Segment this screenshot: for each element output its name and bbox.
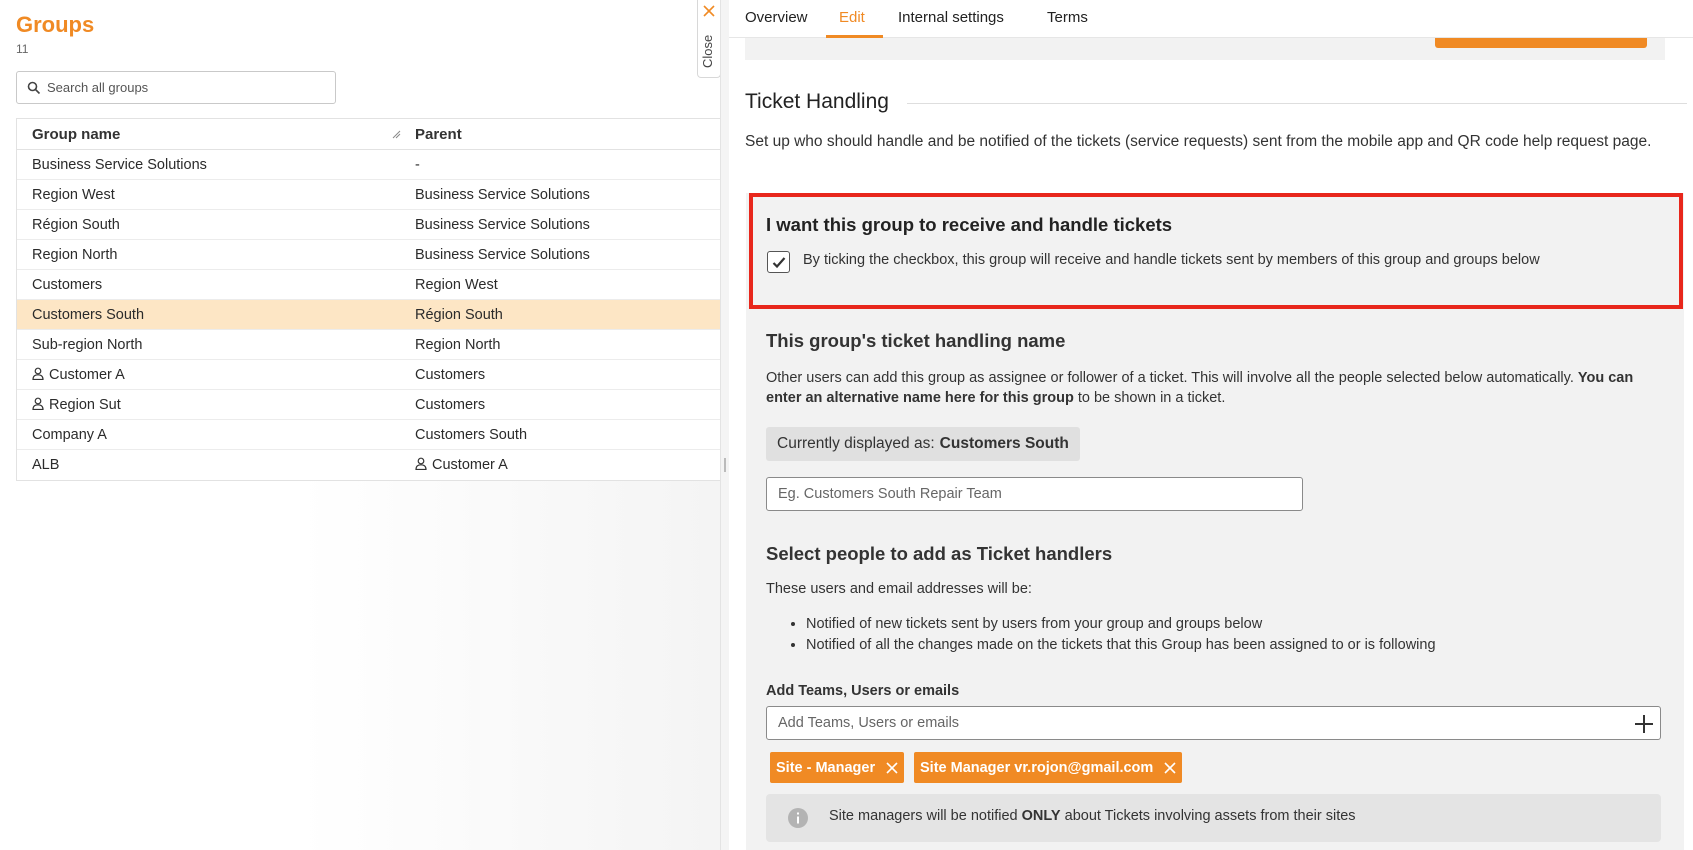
- notification-list: Notified of new tickets sent by users fr…: [806, 614, 1436, 656]
- ticket-handlers-title: Select people to add as Ticket handlers: [766, 543, 1113, 564]
- tab-internal-settings[interactable]: Internal settings: [898, 9, 1004, 26]
- group-name-cell: Business Service Solutions: [32, 156, 207, 173]
- column-header-group-name[interactable]: Group name: [32, 126, 120, 143]
- parent-cell: Region North: [415, 336, 501, 353]
- tab-bar: Overview Edit Internal settings Terms: [729, 0, 1693, 38]
- receive-tickets-checkbox[interactable]: [767, 251, 790, 273]
- table-row[interactable]: Company A Customers South: [17, 420, 720, 450]
- previous-section-footer: [745, 38, 1665, 60]
- groups-count: 11: [16, 42, 29, 56]
- add-handlers-label: Add Teams, Users or emails: [766, 683, 960, 699]
- table-row[interactable]: Sub-region North Region North: [17, 330, 720, 360]
- group-name-cell: Customer A: [32, 367, 125, 383]
- info-icon: [788, 808, 808, 828]
- parent-cell: Business Service Solutions: [415, 216, 590, 233]
- parent-cell: Customers: [415, 366, 486, 383]
- receive-tickets-label[interactable]: By ticking the checkbox, this group will…: [803, 252, 1540, 268]
- groups-table: Group name Parent Business Service Solut…: [16, 118, 720, 481]
- active-tab-indicator: [826, 35, 883, 38]
- parent-cell: Business Service Solutions: [415, 186, 590, 203]
- drag-handle-icon[interactable]: [724, 458, 726, 472]
- list-item: Notified of all the changes made on the …: [806, 635, 1436, 656]
- search-input[interactable]: [47, 80, 317, 95]
- group-name-cell: Customers South: [32, 306, 145, 323]
- person-icon: [415, 457, 427, 471]
- group-name-cell: Company A: [32, 426, 107, 443]
- list-item: Notified of new tickets sent by users fr…: [806, 614, 1436, 635]
- add-icon[interactable]: [1632, 712, 1656, 736]
- column-resize-icon[interactable]: [391, 127, 401, 139]
- parent-cell: Région South: [415, 306, 503, 323]
- table-row[interactable]: Customers Region West: [17, 270, 720, 300]
- handling-name-description: Other users can add this group as assign…: [766, 370, 1634, 406]
- table-row[interactable]: Business Service Solutions -: [17, 150, 720, 180]
- table-header: Group name Parent: [17, 119, 720, 150]
- section-description: Set up who should handle and be notified…: [745, 133, 1652, 150]
- page-title: Groups: [16, 12, 95, 37]
- parent-cell: Business Service Solutions: [415, 246, 590, 263]
- add-handlers-field[interactable]: [766, 706, 1661, 740]
- group-name-cell: Sub-region North: [32, 336, 143, 353]
- handling-name-title: This group's ticket handling name: [766, 330, 1066, 351]
- close-icon: [703, 5, 715, 17]
- table-row[interactable]: Region West Business Service Solutions: [17, 180, 720, 210]
- tab-overview[interactable]: Overview: [745, 9, 808, 26]
- group-name-cell: Région South: [32, 216, 120, 233]
- table-row[interactable]: Région South Business Service Solutions: [17, 210, 720, 240]
- table-row[interactable]: Region Sut Customers: [17, 390, 720, 420]
- group-name-cell: ALB: [32, 457, 60, 473]
- person-icon: [32, 367, 44, 380]
- table-row[interactable]: ALB Customer A: [17, 450, 720, 480]
- table-body: Business Service Solutions - Region West Bu…: [17, 150, 720, 480]
- close-button[interactable]: Close: [697, 0, 721, 78]
- groups-panel: Groups 11 Group name Parent Business Ser…: [0, 0, 720, 850]
- info-text: Site managers will be notified ONLY abou…: [829, 808, 1356, 824]
- table-row[interactable]: Customer A Customers: [17, 360, 720, 390]
- alternative-name-input[interactable]: [766, 477, 1303, 511]
- person-icon: [32, 397, 44, 410]
- parent-cell: Region West: [415, 276, 498, 293]
- parent-cell: Customer A: [415, 457, 508, 473]
- remove-chip-icon[interactable]: [1164, 761, 1176, 774]
- search-icon: [27, 81, 41, 94]
- remove-chip-icon[interactable]: [886, 761, 898, 774]
- close-label: Close: [700, 34, 715, 68]
- highlight-box: [749, 193, 1683, 309]
- checkmark-icon: [772, 257, 786, 269]
- handler-chip: Site Manager vr.rojon@gmail.com: [914, 752, 1183, 783]
- tab-terms[interactable]: Terms: [1047, 9, 1088, 26]
- section-divider: [907, 103, 1687, 104]
- info-notice: Site managers will be notified ONLY abou…: [766, 794, 1661, 842]
- receive-tickets-title: I want this group to receive and handle …: [766, 214, 1173, 235]
- parent-cell: -: [415, 156, 420, 173]
- group-name-cell: Region Sut: [32, 397, 121, 413]
- table-row[interactable]: Region North Business Service Solutions: [17, 240, 720, 270]
- column-header-parent[interactable]: Parent: [415, 126, 462, 143]
- parent-cell: Customers: [415, 396, 486, 413]
- parent-cell: Customers South: [415, 426, 528, 443]
- group-name-cell: Region North: [32, 246, 118, 263]
- search-box[interactable]: [16, 71, 336, 104]
- table-row[interactable]: Customers South Région South: [17, 300, 720, 330]
- group-name-cell: Customers: [32, 276, 103, 293]
- pane-divider[interactable]: [720, 0, 729, 850]
- save-button[interactable]: [1435, 38, 1647, 48]
- ticket-handlers-intro: These users and email addresses will be:: [766, 581, 1032, 597]
- current-name-value: Customers South: [939, 435, 1069, 452]
- section-title: Ticket Handling: [745, 90, 889, 113]
- group-detail-panel: Overview Edit Internal settings Terms Ti…: [729, 0, 1693, 850]
- current-name-badge: Currently displayed as: Customers South: [766, 427, 1080, 461]
- add-handlers-input[interactable]: [778, 715, 1608, 731]
- handler-chip: Site - Manager: [770, 752, 905, 783]
- tab-edit[interactable]: Edit: [839, 9, 865, 26]
- group-name-cell: Region West: [32, 186, 115, 203]
